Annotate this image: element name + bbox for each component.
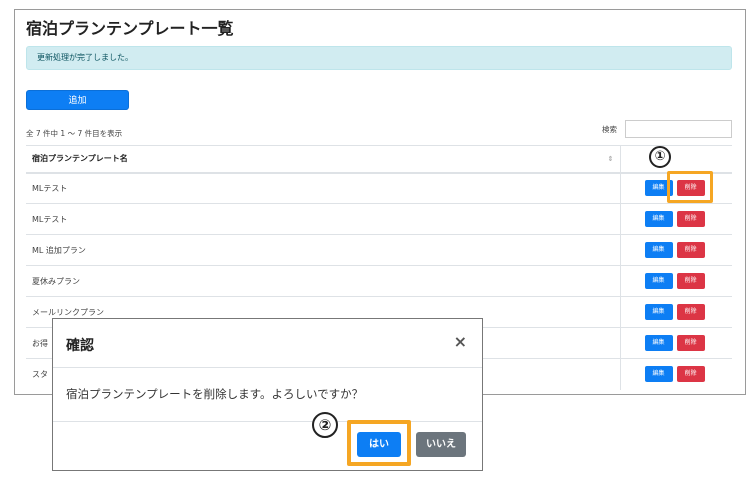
column-header-actions xyxy=(619,145,732,174)
row-actions: 編集 削除 xyxy=(619,327,732,359)
edit-button[interactable]: 編集 xyxy=(644,211,673,227)
dialog-header: 確認 × xyxy=(53,319,482,368)
table-info: 全 7 件中 1 〜 7 件目を表示 xyxy=(26,129,123,138)
delete-button[interactable]: 削除 xyxy=(676,335,705,351)
row-name: MLテスト xyxy=(26,172,620,204)
edit-button[interactable]: 編集 xyxy=(644,335,673,351)
delete-button-highlight xyxy=(667,171,713,203)
table-row: MLテスト 編集 削除 xyxy=(26,172,732,204)
table-row: MLテスト 編集 削除 xyxy=(26,203,732,235)
dialog-title: 確認 xyxy=(66,338,94,354)
sort-icon[interactable]: ⇕ xyxy=(608,155,614,163)
edit-button[interactable]: 編集 xyxy=(644,366,673,383)
search-input[interactable] xyxy=(625,120,732,138)
row-name: 夏休みプラン xyxy=(26,265,620,297)
delete-button[interactable]: 削除 xyxy=(676,304,705,320)
page-title: 宿泊プランテンプレート一覧 xyxy=(26,19,234,38)
delete-button[interactable]: 削除 xyxy=(676,366,705,383)
column-header-label: 宿泊プランテンプレート名 xyxy=(32,154,128,164)
table-row: ML 追加プラン 編集 削除 xyxy=(26,234,732,266)
row-name: MLテスト xyxy=(26,203,620,235)
row-name: ML 追加プラン xyxy=(26,234,620,266)
edit-button[interactable]: 編集 xyxy=(644,242,673,258)
add-button[interactable]: 追加 xyxy=(26,90,129,110)
step-marker-2: ② xyxy=(312,412,338,438)
row-actions: 編集 削除 xyxy=(619,296,732,328)
step-marker-1: ① xyxy=(649,146,671,168)
table-header-row: 宿泊プランテンプレート名 ⇕ xyxy=(26,145,732,174)
row-actions: 編集 削除 xyxy=(619,203,732,235)
no-button[interactable]: いいえ xyxy=(416,432,466,457)
delete-button[interactable]: 削除 xyxy=(676,211,705,227)
row-actions: 編集 削除 xyxy=(619,358,732,390)
yes-button-highlight xyxy=(347,420,411,466)
edit-button[interactable]: 編集 xyxy=(644,304,673,320)
edit-button[interactable]: 編集 xyxy=(644,273,673,289)
delete-button[interactable]: 削除 xyxy=(676,273,705,289)
column-header-name[interactable]: 宿泊プランテンプレート名 ⇕ xyxy=(26,145,620,174)
delete-button[interactable]: 削除 xyxy=(676,242,705,258)
search-label: 検索 xyxy=(602,125,617,134)
row-actions: 編集 削除 xyxy=(619,234,732,266)
dialog-footer-divider xyxy=(53,421,482,422)
close-icon[interactable]: × xyxy=(454,332,467,351)
success-alert: 更新処理が完了しました。 xyxy=(26,46,732,70)
dialog-message: 宿泊プランテンプレートを削除します。よろしいですか？ xyxy=(66,387,364,401)
table-row: 夏休みプラン 編集 削除 xyxy=(26,265,732,297)
row-actions: 編集 削除 xyxy=(619,265,732,297)
